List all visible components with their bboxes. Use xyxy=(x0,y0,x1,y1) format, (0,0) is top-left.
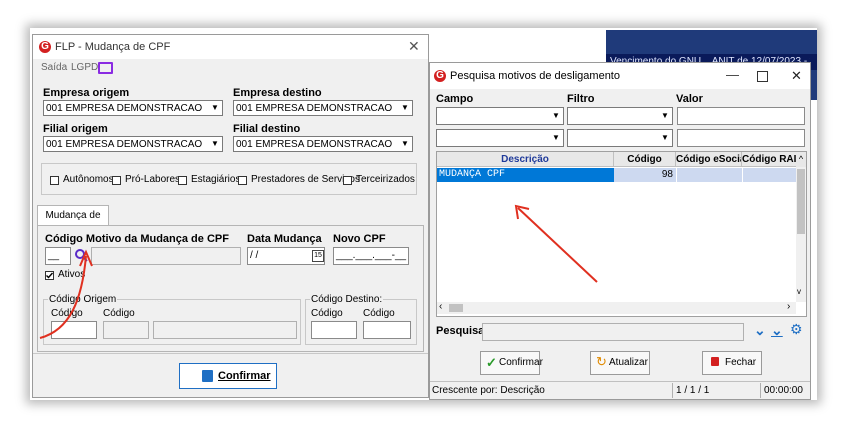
annotation-arrows xyxy=(39,204,598,339)
annotation-arrow-search xyxy=(517,207,598,283)
annotation-arrow-main xyxy=(39,255,87,339)
